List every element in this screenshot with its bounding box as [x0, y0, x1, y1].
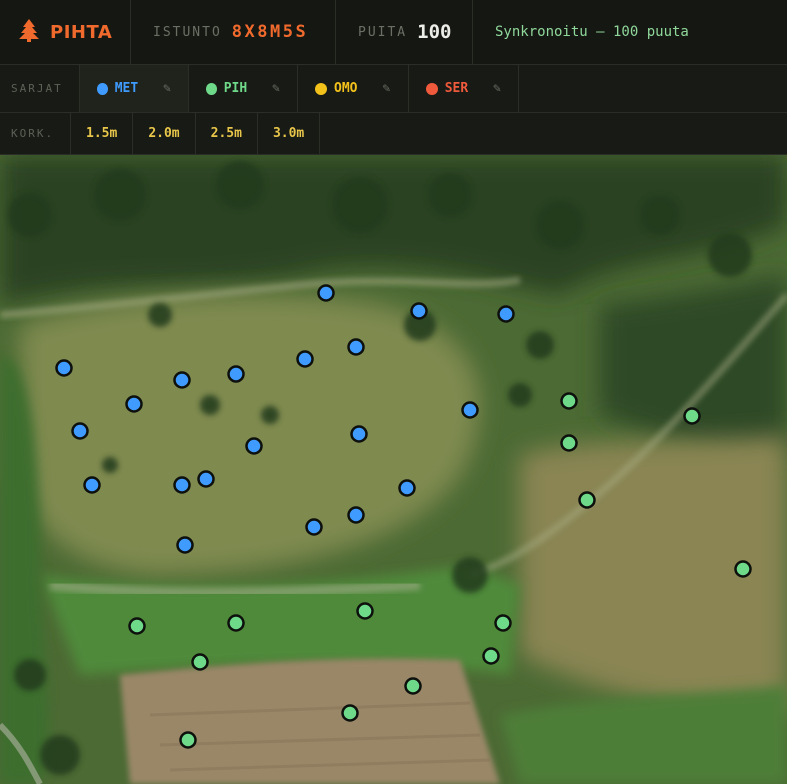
app-name: PIHTA [50, 21, 113, 43]
tree-marker-met[interactable] [245, 437, 263, 455]
pencil-icon[interactable]: ✎ [272, 81, 280, 96]
tree-marker-met[interactable] [398, 479, 416, 497]
map-view[interactable] [0, 155, 787, 784]
tree-marker-met[interactable] [55, 359, 73, 377]
series-tab-pih[interactable]: PIH ✎ [189, 65, 298, 112]
tree-marker-pih[interactable] [128, 617, 146, 635]
map-imagery [0, 155, 787, 784]
tree-marker-pih[interactable] [494, 614, 512, 632]
tree-marker-pih[interactable] [560, 392, 578, 410]
height-option[interactable]: 2.0m [133, 113, 196, 154]
tree-marker-met[interactable] [173, 371, 191, 389]
tree-count-value: 100 [417, 21, 452, 43]
series-color-swatch [97, 82, 108, 95]
tree-marker-pih[interactable] [341, 704, 359, 722]
tree-marker-met[interactable] [317, 284, 335, 302]
tree-marker-met[interactable] [410, 302, 428, 320]
pencil-icon[interactable]: ✎ [382, 81, 390, 96]
tree-marker-pih[interactable] [482, 647, 500, 665]
series-color-swatch [315, 82, 327, 95]
top-bar: PIHTA ISTUNTO 8X8M5S PUITA 100 Synkronoi… [0, 0, 787, 65]
tree-marker-met[interactable] [461, 401, 479, 419]
series-name: PIH [223, 81, 248, 96]
session-stat: ISTUNTO 8X8M5S [131, 0, 336, 64]
tree-marker-met[interactable] [347, 338, 365, 356]
aerial-map[interactable] [0, 155, 787, 784]
tree-marker-pih[interactable] [404, 677, 422, 695]
tree-marker-met[interactable] [83, 476, 101, 494]
tree-marker-met[interactable] [296, 350, 314, 368]
series-name: MET [114, 81, 139, 96]
session-label: ISTUNTO [153, 24, 222, 40]
tree-marker-met[interactable] [197, 470, 215, 488]
tree-marker-met[interactable] [173, 476, 191, 494]
series-tab-ser[interactable]: SER ✎ [409, 65, 519, 112]
tree-marker-pih[interactable] [191, 653, 209, 671]
height-row-label: KORK. [0, 113, 71, 154]
tree-marker-pih[interactable] [356, 602, 374, 620]
series-name: SER [444, 81, 469, 96]
session-code: 8X8M5S [231, 22, 309, 42]
height-option[interactable]: 1.5m [71, 113, 134, 154]
series-tab-met[interactable]: MET ✎ [80, 65, 189, 112]
series-bar: SARJAT MET ✎ PIH ✎ OMO ✎ SER ✎ [0, 65, 787, 113]
tree-marker-met[interactable] [350, 425, 368, 443]
tree-marker-pih[interactable] [560, 434, 578, 452]
pencil-icon[interactable]: ✎ [163, 81, 171, 96]
brand[interactable]: PIHTA [0, 0, 131, 64]
tree-marker-met[interactable] [71, 422, 89, 440]
tree-marker-met[interactable] [176, 536, 194, 554]
tree-marker-met[interactable] [125, 395, 143, 413]
tree-marker-pih[interactable] [227, 614, 245, 632]
height-option[interactable]: 2.5m [196, 113, 258, 154]
tree-icon [18, 18, 40, 46]
tree-marker-met[interactable] [497, 305, 515, 323]
pencil-icon[interactable]: ✎ [493, 81, 501, 96]
series-color-swatch [426, 82, 438, 95]
sync-status: Synkronoitu — 100 puuta [473, 0, 711, 64]
tree-marker-met[interactable] [227, 365, 245, 383]
tree-marker-pih[interactable] [578, 491, 596, 509]
series-row-label: SARJAT [0, 65, 80, 112]
tree-marker-pih[interactable] [683, 407, 701, 425]
tree-count-stat: PUITA 100 [336, 0, 473, 64]
series-color-swatch [206, 82, 217, 95]
tree-marker-pih[interactable] [179, 731, 197, 749]
tree-marker-met[interactable] [305, 518, 323, 536]
sync-status-text: Synkronoitu — 100 puuta [495, 24, 689, 40]
tree-marker-pih[interactable] [734, 560, 752, 578]
series-name: OMO [334, 81, 358, 96]
height-option[interactable]: 3.0m [258, 113, 321, 154]
tree-marker-met[interactable] [347, 506, 365, 524]
height-bar: KORK. 1.5m 2.0m 2.5m 3.0m [0, 113, 787, 155]
tree-count-label: PUITA [358, 24, 408, 40]
series-tab-omo[interactable]: OMO ✎ [298, 65, 409, 112]
